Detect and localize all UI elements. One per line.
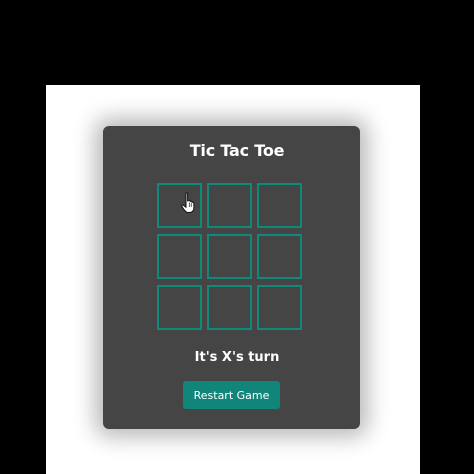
board-cell-7[interactable] (157, 285, 202, 330)
board-cell-8[interactable] (207, 285, 252, 330)
board-cell-1[interactable] (157, 183, 202, 228)
board-cell-2[interactable] (207, 183, 252, 228)
board-cell-6[interactable] (257, 234, 302, 279)
board-cell-3[interactable] (257, 183, 302, 228)
board-cell-4[interactable] (157, 234, 202, 279)
game-title: Tic Tac Toe (189, 141, 285, 160)
board-cell-5[interactable] (207, 234, 252, 279)
game-board (157, 183, 304, 330)
turn-status: It's X's turn (194, 350, 280, 365)
board-cell-9[interactable] (257, 285, 302, 330)
restart-game-button[interactable]: Restart Game (183, 381, 280, 409)
